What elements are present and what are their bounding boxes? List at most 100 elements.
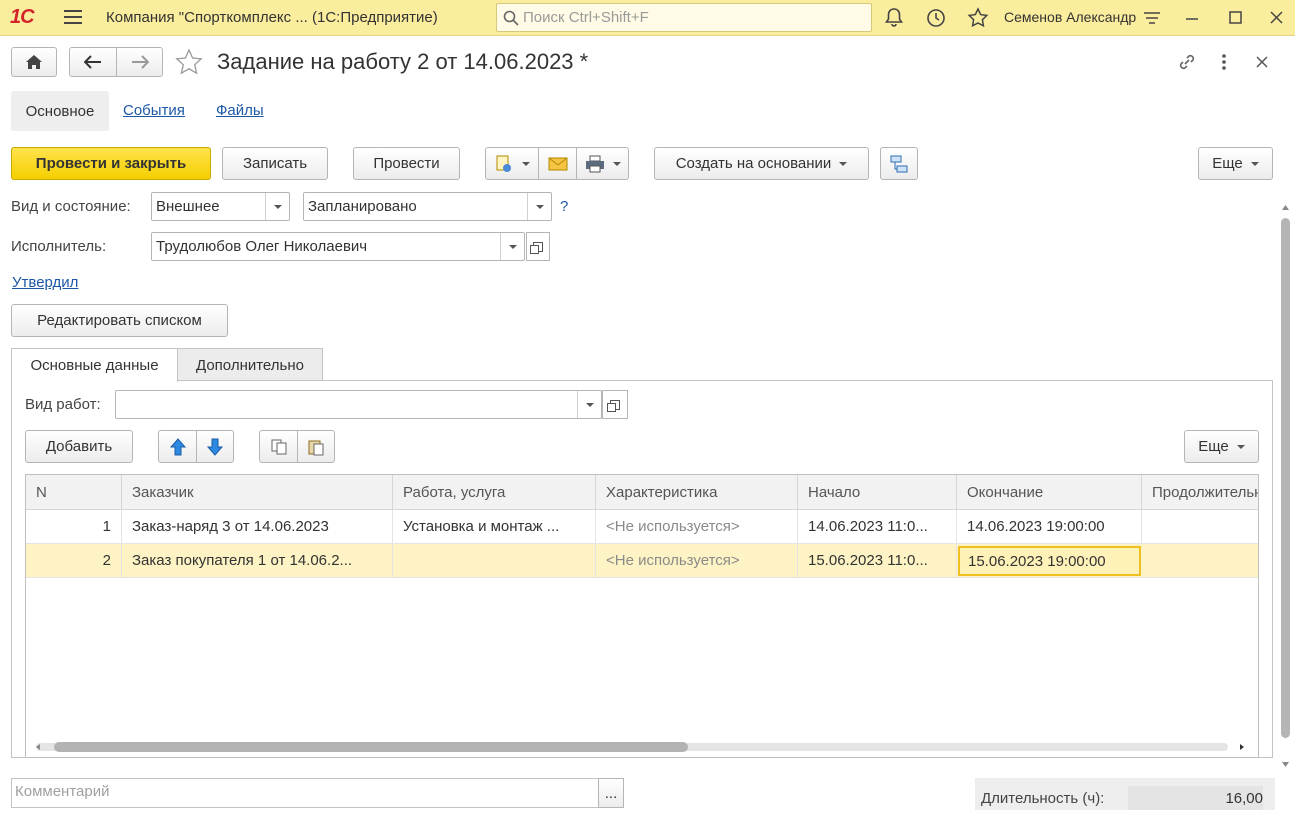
scrollbar-thumb[interactable] bbox=[54, 742, 688, 752]
scroll-down-icon[interactable] bbox=[1281, 760, 1290, 769]
state-select[interactable]: Запланировано bbox=[303, 192, 552, 221]
edit-list-button[interactable]: Редактировать списком bbox=[11, 304, 228, 337]
tab-main[interactable]: Основное bbox=[11, 91, 109, 131]
open-icon bbox=[607, 399, 620, 412]
search-icon bbox=[503, 10, 519, 26]
cell-end: 14.06.2023 19:00:00 bbox=[957, 510, 1142, 544]
state-value: Запланировано bbox=[308, 198, 417, 215]
work-kind-field[interactable] bbox=[115, 390, 602, 419]
move-up-button[interactable] bbox=[158, 430, 197, 463]
state-dropdown-icon[interactable] bbox=[527, 193, 551, 220]
column-header[interactable]: Начало bbox=[798, 475, 957, 510]
save-button[interactable]: Записать bbox=[222, 147, 328, 180]
column-header[interactable]: N bbox=[26, 475, 122, 510]
column-header[interactable]: Работа, услуга bbox=[393, 475, 596, 510]
help-icon[interactable]: ? bbox=[560, 198, 568, 215]
close-icon[interactable] bbox=[1264, 6, 1288, 30]
bell-icon[interactable] bbox=[882, 6, 906, 30]
menu-icon[interactable] bbox=[62, 6, 84, 28]
tab-files[interactable]: Файлы bbox=[216, 102, 264, 119]
minimize-icon[interactable] bbox=[1180, 6, 1204, 30]
home-icon bbox=[26, 55, 42, 69]
close-form-icon[interactable] bbox=[1252, 51, 1272, 73]
forward-button[interactable] bbox=[116, 47, 163, 77]
duration-value: 16,00 bbox=[1225, 790, 1263, 807]
horizontal-scrollbar[interactable] bbox=[30, 742, 1256, 752]
more-button[interactable]: Еще bbox=[1198, 147, 1273, 180]
work-kind-open-button[interactable] bbox=[602, 390, 628, 419]
executor-open-button[interactable] bbox=[526, 232, 550, 261]
kind-value: Внешнее bbox=[156, 198, 220, 215]
structure-button[interactable] bbox=[880, 147, 918, 180]
executor-value: Трудолюбов Олег Николаевич bbox=[156, 238, 368, 255]
kind-state-label: Вид и состояние: bbox=[11, 198, 131, 215]
approved-link[interactable]: Утвердил bbox=[12, 274, 78, 291]
column-header[interactable]: Продолжительн bbox=[1142, 475, 1258, 510]
back-button[interactable] bbox=[69, 47, 117, 77]
cell-customer: Заказ покупателя 1 от 14.06.2... bbox=[122, 544, 393, 578]
add-button[interactable]: Добавить bbox=[25, 430, 133, 463]
works-table[interactable]: N Заказчик Работа, услуга Характеристика… bbox=[25, 474, 1259, 758]
maximize-icon[interactable] bbox=[1223, 6, 1247, 30]
arrow-left-icon bbox=[84, 55, 101, 69]
post-button[interactable]: Провести bbox=[353, 147, 460, 180]
tab-main-data[interactable]: Основные данные bbox=[11, 348, 178, 382]
cell-work: Установка и монтаж ... bbox=[393, 510, 596, 544]
hierarchy-icon bbox=[890, 155, 908, 172]
table-more-label: Еще bbox=[1198, 438, 1229, 455]
search-placeholder: Поиск Ctrl+Shift+F bbox=[523, 9, 649, 26]
cell-characteristic: <Не используется> bbox=[596, 510, 798, 544]
open-icon bbox=[530, 241, 543, 254]
star-icon[interactable] bbox=[966, 6, 990, 30]
scroll-right-icon[interactable] bbox=[1238, 743, 1246, 751]
paste-button[interactable] bbox=[297, 430, 335, 463]
executor-field[interactable]: Трудолюбов Олег Николаевич bbox=[151, 232, 525, 261]
favorite-star-icon[interactable] bbox=[174, 48, 204, 76]
tab-events[interactable]: События bbox=[123, 102, 185, 119]
cell-work bbox=[393, 544, 596, 578]
kind-dropdown-icon[interactable] bbox=[265, 193, 289, 220]
column-header[interactable]: Окончание bbox=[957, 475, 1142, 510]
create-based-on-label: Создать на основании bbox=[675, 155, 832, 172]
history-icon[interactable] bbox=[924, 6, 948, 30]
tab-additional[interactable]: Дополнительно bbox=[177, 348, 323, 381]
work-kind-label: Вид работ: bbox=[25, 396, 101, 413]
printer-icon bbox=[585, 155, 604, 172]
table-row-selected[interactable]: 2 Заказ покупателя 1 от 14.06.2... <Не и… bbox=[26, 544, 1258, 578]
copy-button[interactable] bbox=[259, 430, 298, 463]
table-more-button[interactable]: Еще bbox=[1184, 430, 1259, 463]
more-vertical-icon[interactable] bbox=[1214, 51, 1234, 73]
paste-icon bbox=[308, 440, 324, 455]
comment-input[interactable]: Комментарий bbox=[11, 778, 599, 808]
move-down-button[interactable] bbox=[196, 430, 234, 463]
print-button[interactable] bbox=[576, 147, 629, 180]
cell-end-focused[interactable]: 15.06.2023 19:00:00 bbox=[958, 546, 1141, 576]
scroll-up-icon[interactable] bbox=[1281, 203, 1290, 212]
settings-lines-icon[interactable] bbox=[1140, 6, 1164, 30]
related-docs-button[interactable] bbox=[485, 147, 539, 180]
cell-n: 2 bbox=[26, 544, 122, 578]
post-and-close-button[interactable]: Провести и закрыть bbox=[11, 147, 211, 180]
cell-n: 1 bbox=[26, 510, 122, 544]
create-based-on-button[interactable]: Создать на основании bbox=[654, 147, 869, 180]
link-icon[interactable] bbox=[1176, 51, 1198, 73]
cell-duration bbox=[1142, 510, 1258, 544]
email-button[interactable] bbox=[538, 147, 577, 180]
kind-select[interactable]: Внешнее bbox=[151, 192, 290, 221]
column-header[interactable]: Характеристика bbox=[596, 475, 798, 510]
arrow-right-icon bbox=[131, 55, 149, 69]
table-row[interactable]: 1 Заказ-наряд 3 от 14.06.2023 Установка … bbox=[26, 510, 1258, 544]
cell-start: 14.06.2023 11:0... bbox=[798, 510, 957, 544]
column-header[interactable]: Заказчик bbox=[122, 475, 393, 510]
comment-expand-button[interactable]: ... bbox=[598, 778, 624, 808]
user-name[interactable]: Семенов Александр bbox=[1004, 9, 1136, 25]
home-button[interactable] bbox=[11, 47, 57, 77]
vertical-scrollbar[interactable] bbox=[1281, 218, 1290, 738]
work-kind-dropdown-icon[interactable] bbox=[577, 391, 601, 418]
app-topbar: 1С Компания "Спорткомплекс ... (1С:Предп… bbox=[0, 0, 1295, 36]
search-input[interactable]: Поиск Ctrl+Shift+F bbox=[496, 3, 872, 32]
scroll-left-icon[interactable] bbox=[34, 743, 42, 751]
executor-dropdown-icon[interactable] bbox=[500, 233, 524, 260]
app-logo: 1С bbox=[10, 6, 35, 28]
cell-customer: Заказ-наряд 3 от 14.06.2023 bbox=[122, 510, 393, 544]
